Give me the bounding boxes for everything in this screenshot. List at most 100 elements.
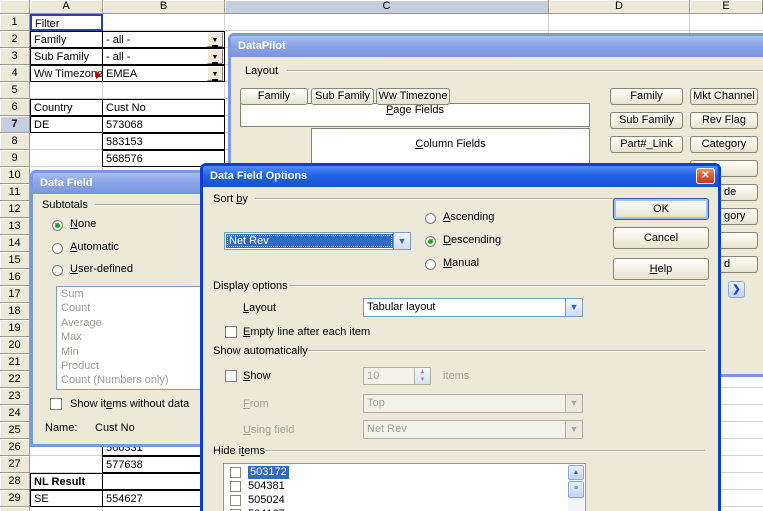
cell-a28[interactable]: NL Result <box>30 473 103 490</box>
row-header-7[interactable]: 7 <box>0 116 30 133</box>
field-button-sub-family[interactable]: Sub Family <box>610 112 683 129</box>
row-header-9[interactable]: 9 <box>0 150 30 167</box>
more-fields-button[interactable]: ❯ <box>728 281 745 298</box>
page-field-timezone[interactable]: Ww Timezone <box>376 88 450 105</box>
filter-dropdown-family[interactable]: ▼ <box>207 32 223 47</box>
page-field-family[interactable]: Family <box>240 88 308 105</box>
help-button[interactable]: Help <box>613 258 709 280</box>
col-header-c[interactable]: C <box>225 0 549 14</box>
hide-items-listbox[interactable]: 503172 504381 505024 504107 ▲ ≡ <box>223 463 586 511</box>
row-header-16[interactable]: 16 <box>0 269 30 286</box>
scroll-up-icon[interactable]: ▲ <box>568 465 584 480</box>
datapilot-titlebar[interactable]: DataPilot <box>231 36 763 57</box>
cell-a1[interactable]: Filter <box>30 14 103 31</box>
row-header-2[interactable]: 2 <box>0 31 30 48</box>
cancel-button[interactable]: Cancel <box>613 227 709 249</box>
radio-user-defined-label[interactable]: User-defined <box>70 263 133 275</box>
row-header-4[interactable]: 4 <box>0 65 30 82</box>
hide-item-label[interactable]: 505024 <box>248 494 285 507</box>
chevron-down-icon[interactable]: ▼ <box>565 299 582 316</box>
chevron-down-icon[interactable]: ▼ <box>565 395 582 412</box>
row-header-12[interactable]: 12 <box>0 201 30 218</box>
row-header-23[interactable]: 23 <box>0 388 30 405</box>
radio-manual-label[interactable]: Manual <box>443 257 479 269</box>
scrollbar-thumb[interactable]: ≡ <box>568 481 584 498</box>
hide-item-checkbox[interactable] <box>230 495 241 506</box>
col-header-d[interactable]: D <box>549 0 690 14</box>
row-header-15[interactable]: 15 <box>0 252 30 269</box>
cell-b7[interactable]: 573068 <box>102 116 225 133</box>
radio-automatic-label[interactable]: Automatic <box>70 241 119 253</box>
cell-b8[interactable]: 583153 <box>102 133 225 150</box>
radio-descending[interactable] <box>425 236 436 247</box>
radio-descending-label[interactable]: Descending <box>443 234 501 246</box>
radio-user-defined[interactable] <box>52 265 63 276</box>
cell-a6[interactable]: Country <box>30 99 103 116</box>
corner-header[interactable] <box>0 0 30 14</box>
chevron-down-icon[interactable]: ▼ <box>393 233 410 249</box>
filter-dropdown-subfamily[interactable]: ▼ <box>207 49 223 64</box>
radio-none-label[interactable]: None <box>70 218 96 230</box>
row-header-10[interactable]: 10 <box>0 167 30 184</box>
radio-ascending[interactable] <box>425 213 436 224</box>
chevron-down-icon[interactable]: ▼ <box>565 421 582 438</box>
show-items-label[interactable]: Show items without data <box>70 398 189 410</box>
show-count-spinner[interactable]: 10 ▲▼ <box>363 367 431 385</box>
layout-dropdown[interactable]: Tabular layout ▼ <box>363 298 583 317</box>
hide-item-checkbox[interactable] <box>230 481 241 492</box>
empty-line-checkbox[interactable] <box>225 326 237 338</box>
row-header-11[interactable]: 11 <box>0 184 30 201</box>
row-header-8[interactable]: 8 <box>0 133 30 150</box>
show-items-checkbox[interactable] <box>50 398 62 410</box>
row-header-29[interactable]: 29 <box>0 490 30 507</box>
cell-a3[interactable]: Sub Family <box>30 48 103 65</box>
page-field-subfamily[interactable]: Sub Family <box>311 88 374 105</box>
cell-a29[interactable]: SE <box>30 490 103 507</box>
radio-none[interactable] <box>52 220 63 231</box>
row-header-28[interactable]: 28 <box>0 473 30 490</box>
row-header-18[interactable]: 18 <box>0 303 30 320</box>
col-header-a[interactable]: A <box>30 0 103 14</box>
row-header-22[interactable]: 22 <box>0 371 30 388</box>
row-header-6[interactable]: 6 <box>0 99 30 116</box>
hide-item-row[interactable]: 505024 <box>224 494 585 508</box>
col-header-b[interactable]: B <box>103 0 225 14</box>
field-button-category[interactable]: Category <box>690 136 758 153</box>
row-header-1[interactable]: 1 <box>0 14 30 31</box>
row-header-25[interactable]: 25 <box>0 422 30 439</box>
sort-field-combobox[interactable]: Net Rev ▼ <box>224 232 411 250</box>
spinner-arrows-icon[interactable]: ▲▼ <box>414 368 430 384</box>
hide-item-row[interactable]: 503172 <box>224 466 585 480</box>
field-button-rev-flag[interactable]: Rev Flag <box>690 112 758 129</box>
row-header-17[interactable]: 17 <box>0 286 30 303</box>
show-label[interactable]: Show <box>243 370 271 382</box>
hide-item-label[interactable]: 503172 <box>248 466 289 479</box>
row-header-5[interactable]: 5 <box>0 82 30 99</box>
field-button-part-link[interactable]: Part#_Link <box>610 136 683 153</box>
field-button-mkt-channel[interactable]: Mkt Channel <box>690 88 758 105</box>
row-header-24[interactable]: 24 <box>0 405 30 422</box>
row-header-19[interactable]: 19 <box>0 320 30 337</box>
radio-manual[interactable] <box>425 259 436 270</box>
filter-dropdown-timezone[interactable]: ▼ <box>207 66 223 81</box>
from-dropdown[interactable]: Top ▼ <box>363 394 583 413</box>
row-header-14[interactable]: 14 <box>0 235 30 252</box>
scrollbar[interactable]: ▲ ≡ <box>568 465 584 511</box>
cell-a4[interactable]: Ww Timezone <box>30 65 103 82</box>
col-header-e[interactable]: E <box>690 0 763 14</box>
row-header-21[interactable]: 21 <box>0 354 30 371</box>
row-header-20[interactable]: 20 <box>0 337 30 354</box>
field-button-family[interactable]: Family <box>610 88 683 105</box>
cell-a2[interactable]: Family <box>30 31 103 48</box>
hide-item-checkbox[interactable] <box>230 467 241 478</box>
cell-b6[interactable]: Cust No <box>102 99 225 116</box>
row-header-27[interactable]: 27 <box>0 456 30 473</box>
row-header-30[interactable] <box>0 507 30 511</box>
ok-button[interactable]: OK <box>613 198 709 220</box>
empty-line-label[interactable]: Empty line after each item <box>243 326 370 338</box>
row-header-3[interactable]: 3 <box>0 48 30 65</box>
hide-item-label[interactable]: 504381 <box>248 480 285 493</box>
radio-automatic[interactable] <box>52 243 63 254</box>
hide-item-row[interactable]: 504381 <box>224 480 585 494</box>
options-titlebar[interactable]: Data Field Options ✕ <box>203 166 718 187</box>
